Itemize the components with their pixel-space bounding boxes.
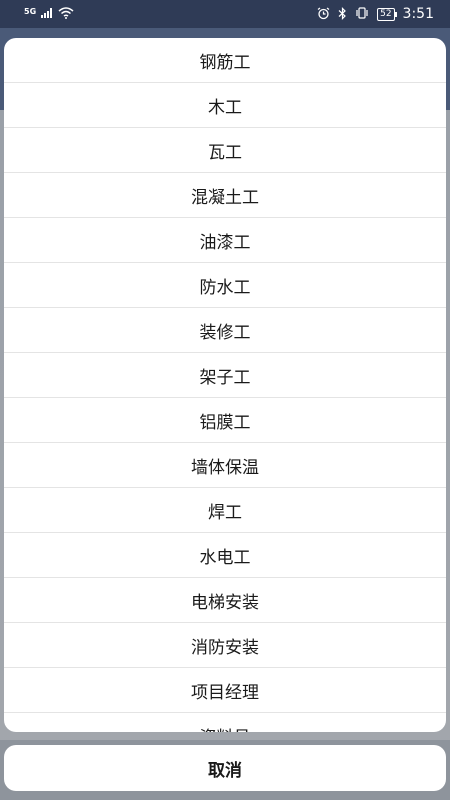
signal-bars [40, 8, 52, 18]
status-right: 52 3:51 [317, 6, 434, 22]
vibrate-icon [355, 7, 369, 21]
status-bar: 5G 52 3:51 [0, 0, 450, 28]
option-documentation-clerk[interactable]: 资料员 [4, 713, 446, 733]
alarm-icon [317, 7, 330, 22]
option-decorator[interactable]: 装修工 [4, 308, 446, 353]
battery-icon: 52 [377, 7, 398, 21]
wifi-icon [58, 6, 74, 22]
cancel-button[interactable]: 取消 [4, 745, 446, 791]
battery-level: 52 [380, 8, 392, 19]
network-label: 5G [24, 7, 37, 16]
option-scaffolder[interactable]: 架子工 [4, 353, 446, 398]
option-aluminum-formwork[interactable]: 铝膜工 [4, 398, 446, 443]
option-painter[interactable]: 油漆工 [4, 218, 446, 263]
option-waterproofer[interactable]: 防水工 [4, 263, 446, 308]
status-left: 5G [24, 6, 74, 22]
option-plumber-electrician[interactable]: 水电工 [4, 533, 446, 578]
option-welder[interactable]: 焊工 [4, 488, 446, 533]
option-tiler[interactable]: 瓦工 [4, 128, 446, 173]
status-time: 3:51 [402, 6, 434, 22]
option-elevator-installation[interactable]: 电梯安装 [4, 578, 446, 623]
option-concrete-worker[interactable]: 混凝土工 [4, 173, 446, 218]
signal-icon: 5G [24, 7, 52, 21]
bluetooth-icon [338, 6, 347, 22]
option-fire-protection-installation[interactable]: 消防安装 [4, 623, 446, 668]
option-carpenter[interactable]: 木工 [4, 83, 446, 128]
option-project-manager[interactable]: 项目经理 [4, 668, 446, 713]
action-sheet: 钢筋工 木工 瓦工 混凝土工 油漆工 防水工 装修工 架子工 铝膜工 墙体保温 … [4, 38, 446, 732]
option-wall-insulation[interactable]: 墙体保温 [4, 443, 446, 488]
option-rebar-worker[interactable]: 钢筋工 [4, 38, 446, 83]
